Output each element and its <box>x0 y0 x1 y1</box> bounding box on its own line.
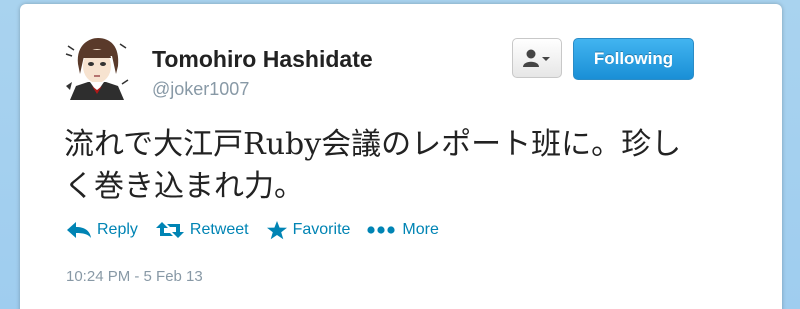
star-icon <box>266 221 287 240</box>
retweet-label: Retweet <box>189 221 249 238</box>
user-dropdown-icon <box>523 49 550 67</box>
more-button[interactable]: More <box>367 221 439 239</box>
more-dots-icon <box>367 226 396 234</box>
tweet-text: 流れで大江戸Ruby会議のレポート班に。珍しく巻き込まれ力。 <box>64 127 682 204</box>
avatar[interactable] <box>64 34 130 100</box>
tweet-timestamp[interactable]: 10:24 PM - 5 Feb 13 <box>66 268 203 285</box>
display-name[interactable]: Tomohiro Hashidate <box>152 46 373 73</box>
retweet-icon <box>155 222 184 238</box>
reply-button[interactable]: Reply <box>66 221 138 239</box>
following-button[interactable]: Following <box>573 38 694 80</box>
favorite-label: Favorite <box>292 221 351 238</box>
screen-name[interactable]: @joker1007 <box>152 79 249 100</box>
retweet-button[interactable]: Retweet <box>155 221 249 239</box>
reply-icon <box>67 222 91 238</box>
favorite-button[interactable]: Favorite <box>266 220 351 240</box>
tweet-actions: Reply Retweet Favorite More <box>66 220 456 240</box>
user-actions-dropdown-button[interactable] <box>512 38 562 78</box>
more-label: More <box>402 221 439 238</box>
reply-label: Reply <box>97 221 138 238</box>
